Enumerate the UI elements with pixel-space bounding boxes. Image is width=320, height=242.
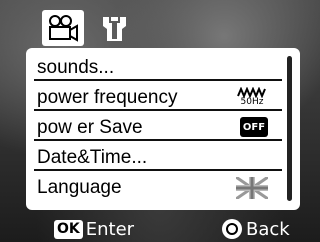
language-value — [235, 175, 269, 207]
power-frequency-value: 50Hz — [236, 87, 268, 109]
menu-item-power-save[interactable]: pow er Save OFF — [34, 114, 282, 141]
back-label: Back — [246, 218, 290, 240]
menu-item-label: pow er Save — [37, 117, 143, 138]
menu-scrollbar[interactable] — [287, 56, 292, 201]
tab-bar — [30, 6, 140, 46]
enter-hint: OK Enter — [54, 218, 134, 240]
tab-setup[interactable] — [94, 10, 136, 46]
video-camera-icon — [49, 15, 78, 42]
ok-key-icon: OK — [54, 219, 83, 239]
power-save-off-badge: OFF — [240, 117, 268, 137]
camera-menu-screen: sounds... power frequency 50Hz pow er Sa… — [0, 0, 320, 242]
enter-label: Enter — [85, 218, 135, 240]
menu-item-sounds[interactable]: sounds... — [34, 54, 282, 81]
setup-wrench-icon — [103, 17, 126, 41]
menu-item-label: Language — [37, 177, 122, 198]
menu-item-date-time[interactable]: Date&Time... — [34, 144, 282, 171]
uk-flag-icon — [235, 175, 269, 201]
menu-item-language[interactable]: Language — [34, 174, 282, 201]
menu-item-label: Date&Time... — [37, 147, 148, 168]
footer-hints: OK Enter Back — [0, 214, 320, 242]
menu-item-power-frequency[interactable]: power frequency 50Hz — [34, 84, 282, 111]
frequency-text: 50Hz — [240, 97, 264, 107]
menu-item-label: power frequency — [37, 87, 178, 108]
back-button-icon — [222, 219, 242, 239]
settings-menu: sounds... power frequency 50Hz pow er Sa… — [26, 48, 300, 210]
menu-item-label: sounds... — [37, 57, 115, 78]
tab-camera[interactable] — [42, 10, 84, 46]
back-hint: Back — [222, 218, 290, 240]
